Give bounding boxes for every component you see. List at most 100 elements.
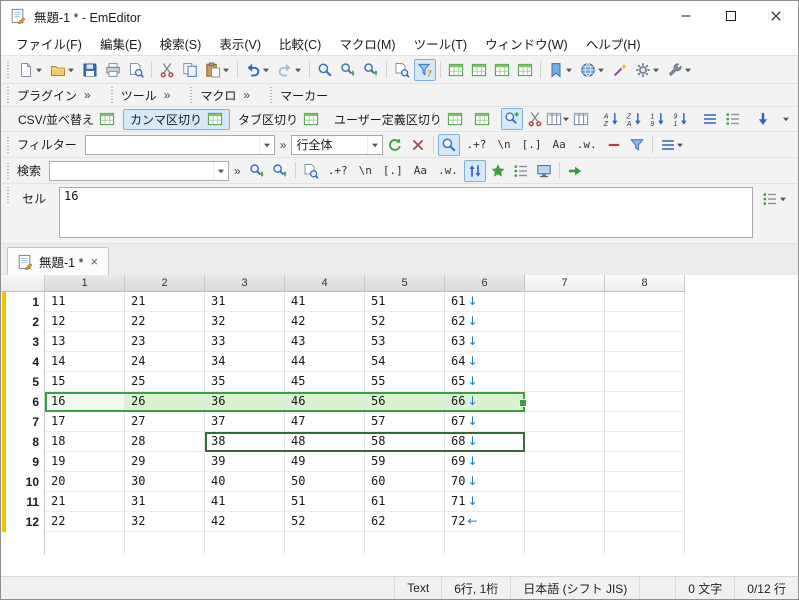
dropdown-caret-icon[interactable]: [217, 163, 226, 179]
adjust-columns-button[interactable]: [570, 108, 592, 130]
jump-to-match-button[interactable]: [564, 160, 586, 182]
grid-cell-r2c4[interactable]: 42: [285, 312, 365, 332]
grid-cell-r7c8[interactable]: [605, 412, 685, 432]
row-number-2[interactable]: 2: [1, 312, 45, 332]
show-on-screen-button[interactable]: [533, 160, 555, 182]
column-header-3[interactable]: 3: [205, 275, 285, 292]
row-number-5[interactable]: 5: [1, 372, 45, 392]
grid-corner[interactable]: [1, 275, 45, 292]
redo-button[interactable]: [274, 59, 305, 81]
grid-cell-r11c4[interactable]: 51: [285, 492, 365, 512]
grid-cell-r5c3[interactable]: 35: [205, 372, 285, 392]
grid-cell-r7c3[interactable]: 37: [205, 412, 285, 432]
dropdown-caret-icon[interactable]: [781, 111, 790, 127]
print-button[interactable]: [102, 59, 124, 81]
grid-cell-r7c7[interactable]: [525, 412, 605, 432]
cell-selection-button[interactable]: [500, 108, 523, 130]
csv-tab-mode-button[interactable]: タブ区切り: [231, 109, 326, 130]
tools-button[interactable]: [632, 59, 663, 81]
menu-item-7[interactable]: ツール(T): [405, 31, 476, 56]
menu-item-9[interactable]: ヘルプ(H): [577, 31, 650, 56]
grid-cell-r11c1[interactable]: 21: [45, 492, 125, 512]
grid-cell-r8c3[interactable]: 38: [205, 432, 285, 452]
cell-toolbar-button[interactable]: [759, 188, 790, 210]
menu-item-4[interactable]: 表示(V): [210, 31, 270, 56]
row-number-7[interactable]: 7: [1, 412, 45, 432]
grid-cell-r2c7[interactable]: [525, 312, 605, 332]
grid-cell-r8c6[interactable]: 68 ↓: [445, 432, 525, 452]
grid-cell-r4c3[interactable]: 34: [205, 352, 285, 372]
filter-charclass-button[interactable]: [.]: [517, 134, 547, 156]
search-in-files-button[interactable]: [300, 160, 322, 182]
grid-cell-r1c2[interactable]: 21: [125, 292, 205, 312]
grid-cell-r7c4[interactable]: 47: [285, 412, 365, 432]
grid-cell-r8c4[interactable]: 48: [285, 432, 365, 452]
grid-cell-r9c2[interactable]: 29: [125, 452, 205, 472]
grid-cell-r10c3[interactable]: 40: [205, 472, 285, 492]
status-caret-position[interactable]: 6行, 1桁: [441, 577, 510, 599]
grid-cell-r12c6[interactable]: 72 ←: [445, 512, 525, 532]
status-encoding[interactable]: 日本語 (シフト JIS): [510, 577, 639, 599]
grid-cell-r11c7[interactable]: [525, 492, 605, 512]
csv-overflow-button[interactable]: [775, 108, 797, 130]
filter-regex-button[interactable]: .+?: [461, 134, 491, 156]
grid-cell-r6c4[interactable]: 46: [285, 392, 365, 412]
grid-cell-r1c3[interactable]: 31: [205, 292, 285, 312]
dropdown-caret-icon[interactable]: [371, 137, 380, 153]
grid-cell-r6c1[interactable]: 16: [45, 392, 125, 412]
grid-cell-r4c1[interactable]: 14: [45, 352, 125, 372]
grid-cell-r11c6[interactable]: 71 ↓: [445, 492, 525, 512]
dropdown-caret-icon[interactable]: [596, 62, 605, 78]
find-in-files-button[interactable]: [391, 59, 413, 81]
column-header-7[interactable]: 7: [525, 275, 605, 292]
menu-item-8[interactable]: ウィンドウ(W): [476, 31, 577, 56]
row-number-1[interactable]: 1: [1, 292, 45, 312]
search-match-case-button[interactable]: Aa: [409, 160, 432, 182]
row-number-11[interactable]: 11: [1, 492, 45, 512]
grid-cell-r3c5[interactable]: 53: [365, 332, 445, 352]
dropdown-caret-icon[interactable]: [651, 62, 660, 78]
csv-options-button[interactable]: [514, 59, 536, 81]
csv-comma-mode-button[interactable]: カンマ区切り: [123, 108, 231, 130]
toolbar-grip[interactable]: [6, 87, 10, 103]
row-number-8[interactable]: 8: [1, 432, 45, 452]
grid-cell-r9c1[interactable]: 19: [45, 452, 125, 472]
grid-cell-r5c5[interactable]: 55: [365, 372, 445, 392]
grid-cell-r6c5[interactable]: 56: [365, 392, 445, 412]
macros-overflow-chevron[interactable]: »: [239, 88, 254, 102]
dropdown-caret-icon[interactable]: [261, 62, 270, 78]
toolbar-grip[interactable]: [6, 61, 10, 78]
search-escape-button[interactable]: \n: [354, 160, 377, 182]
menu-item-1[interactable]: ファイル(F): [7, 31, 91, 56]
csv-convert-button[interactable]: [468, 59, 490, 81]
grid-cell-r1c6[interactable]: 61 ↓: [445, 292, 525, 312]
grid-cell-r1c7[interactable]: [525, 292, 605, 312]
close-button[interactable]: [753, 1, 798, 31]
dropdown-caret-icon[interactable]: [564, 62, 573, 78]
sort-num-desc-button[interactable]: 91: [669, 108, 691, 130]
grid-cell-r3c8[interactable]: [605, 332, 685, 352]
highlight-all-button[interactable]: [487, 160, 509, 182]
grid-cell-r2c5[interactable]: 52: [365, 312, 445, 332]
filter-options-button[interactable]: [657, 134, 688, 156]
grid-cell-r5c4[interactable]: 45: [285, 372, 365, 392]
column-header-1[interactable]: 1: [45, 275, 125, 292]
cell-mode-button[interactable]: [445, 59, 467, 81]
grid-cell-r2c3[interactable]: 32: [205, 312, 285, 332]
grid-cell-r12c1[interactable]: 22: [45, 512, 125, 532]
grid-cell-r4c4[interactable]: 44: [285, 352, 365, 372]
grid-cell-r5c6[interactable]: 65 ↓: [445, 372, 525, 392]
find-prev-button[interactable]: [360, 59, 382, 81]
grid-cell-r12c5[interactable]: 62: [365, 512, 445, 532]
grid-cell-r6c3[interactable]: 36: [205, 392, 285, 412]
browser-button[interactable]: [577, 59, 608, 81]
row-number-3[interactable]: 3: [1, 332, 45, 352]
search-next-button[interactable]: [246, 160, 268, 182]
filter-scope-select[interactable]: 行全体: [291, 134, 384, 155]
search-direction-button[interactable]: [463, 159, 486, 182]
dropdown-caret-icon[interactable]: [778, 191, 787, 207]
grid-cell-r4c7[interactable]: [525, 352, 605, 372]
quick-filter-button[interactable]: ?: [414, 58, 436, 81]
grid-cell-r9c7[interactable]: [525, 452, 605, 472]
grid-cell-r5c1[interactable]: 15: [45, 372, 125, 392]
